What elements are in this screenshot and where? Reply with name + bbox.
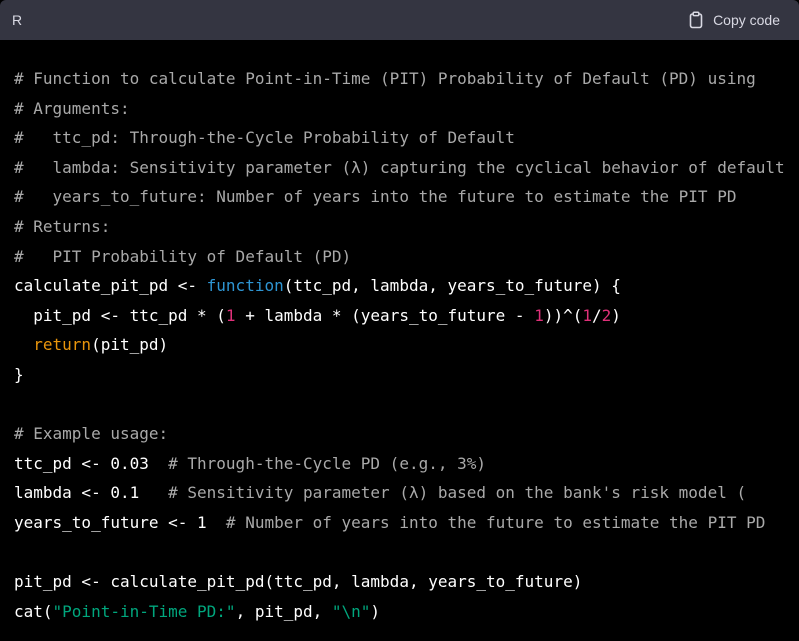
code-header: R Copy code — [0, 0, 799, 40]
code-line: return(pit_pd) — [14, 330, 785, 360]
code-token: # Example usage: — [14, 424, 169, 444]
code-token: ttc_pd <- 0.03 — [14, 453, 169, 473]
language-label: R — [12, 12, 23, 28]
code-line: cat("Point-in-Time PD:", pit_pd, "\n") — [14, 597, 785, 627]
code-token: pit_pd <- ttc_pd * ( — [14, 305, 226, 325]
code-token: calculate_pit_pd <- — [14, 276, 207, 296]
code-content: # Function to calculate Point-in-Time (P… — [14, 64, 785, 626]
code-token: , pit_pd, — [235, 601, 332, 621]
code-token: # Function to calculate Point-in-Time (P… — [14, 69, 756, 88]
code-token: 1 — [534, 305, 544, 325]
code-token: # Arguments: — [14, 98, 130, 118]
code-line: } — [14, 360, 785, 390]
code-token: pit_pd <- calculate_pit_pd(ttc_pd, lambd… — [14, 572, 583, 592]
code-token: # ttc_pd: Through-the-Cycle Probability … — [14, 128, 515, 148]
copy-code-button[interactable]: Copy code — [688, 11, 780, 29]
code-token: (ttc_pd, lambda, years_to_future) { — [283, 276, 621, 296]
code-line: lambda <- 0.1 # Sensitivity parameter (λ… — [14, 478, 785, 508]
code-line: # ttc_pd: Through-the-Cycle Probability … — [14, 123, 785, 153]
code-line: # PIT Probability of Default (PD) — [14, 242, 785, 272]
code-token: # Sensitivity parameter (λ) based on the… — [168, 483, 747, 503]
code-token: return — [33, 335, 92, 355]
code-line: # lambda: Sensitivity parameter (λ) capt… — [14, 153, 785, 183]
code-block: R Copy code # Function to calculate Poin… — [0, 0, 799, 641]
code-token: # Returns: — [14, 216, 111, 236]
code-token: function — [206, 276, 284, 296]
code-token: ))^( — [543, 305, 583, 325]
code-token: + lambda * (years_to_future - — [235, 305, 535, 325]
code-line: ttc_pd <- 0.03 # Through-the-Cycle PD (e… — [14, 449, 785, 479]
code-token: ) — [611, 305, 621, 325]
code-line: years_to_future <- 1 # Number of years i… — [14, 508, 785, 538]
code-line: # years_to_future: Number of years into … — [14, 182, 785, 212]
code-line: # Returns: — [14, 212, 785, 242]
code-token: ) — [370, 601, 381, 621]
code-token: cat( — [14, 601, 53, 621]
code-line: pit_pd <- calculate_pit_pd(ttc_pd, lambd… — [14, 567, 785, 597]
code-token: lambda <- 0.1 — [14, 483, 169, 503]
clipboard-icon — [689, 11, 703, 29]
code-line: pit_pd <- ttc_pd * (1 + lambda * (years_… — [14, 301, 785, 331]
code-token: 2 — [601, 305, 612, 325]
code-token: (pit_pd) — [91, 335, 169, 355]
code-line: # Arguments: — [14, 94, 785, 124]
code-line: # Function to calculate Point-in-Time (P… — [14, 64, 785, 94]
code-token: # Through-the-Cycle PD (e.g., 3%) — [168, 453, 487, 473]
code-line: # Example usage: — [14, 419, 785, 449]
code-token: "\n" — [331, 601, 371, 621]
code-token: "Point-in-Time PD:" — [52, 601, 236, 621]
code-token: # Number of years into the future to est… — [225, 512, 766, 532]
code-line: calculate_pit_pd <- function(ttc_pd, lam… — [14, 271, 785, 301]
code-token: # PIT Probability of Default (PD) — [14, 246, 352, 266]
code-token: years_to_future <- 1 — [14, 512, 226, 532]
code-token: 1 — [225, 305, 236, 325]
code-token: } — [14, 364, 24, 384]
code-token: 1 — [582, 305, 592, 325]
code-token: # lambda: Sensitivity parameter (λ) capt… — [14, 157, 785, 177]
copy-code-label: Copy code — [713, 12, 780, 28]
code-token: # years_to_future: Number of years into … — [14, 187, 737, 207]
code-token: / — [592, 305, 602, 325]
